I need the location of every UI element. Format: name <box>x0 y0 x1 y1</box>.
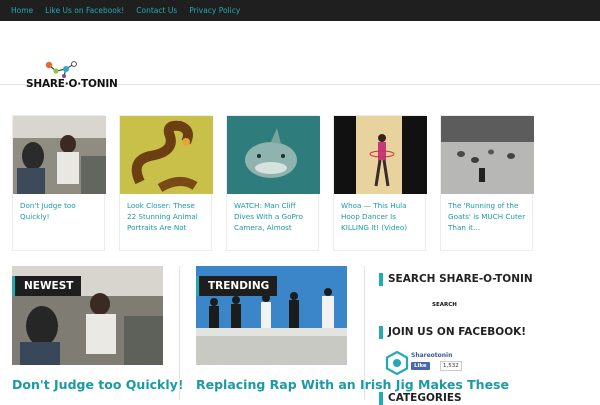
card[interactable]: WATCH: Man Cliff Dives With a GoPro Came… <box>226 115 320 251</box>
card[interactable]: The 'Running of the Goats' is MUCH Cuter… <box>440 115 534 251</box>
featured-title[interactable]: Replacing Rap With an Irish Jig Makes Th… <box>196 378 509 392</box>
facebook-page-name[interactable]: Shareotonin <box>411 352 452 359</box>
card-title[interactable]: Whoa — This Hula Hoop Dancer Is KILLING … <box>334 194 425 250</box>
column-divider <box>179 266 180 400</box>
card[interactable]: Look Closer: These 22 Stunning Animal Po… <box>119 115 213 251</box>
facebook-like-count: 1,532 <box>440 361 462 371</box>
shark-photo-icon[interactable] <box>227 116 320 194</box>
search-heading: SEARCH SHARE-O-TONIN <box>379 273 533 286</box>
featured-image[interactable]: TRENDING <box>196 266 347 365</box>
goats-photo-icon[interactable] <box>441 116 534 194</box>
facebook-heading: JOIN US ON FACEBOOK! <box>379 326 526 339</box>
featured-post-trending[interactable]: TRENDING Replacing Rap With an Irish Jig… <box>196 266 509 392</box>
nav-link-privacy[interactable]: Privacy Policy <box>189 6 240 15</box>
site-logo[interactable]: SHARE·O·TONIN <box>26 78 118 90</box>
featured-title[interactable]: Don't Judge too Quickly! <box>12 378 183 392</box>
featured-strip: Don't Judge too Quickly! Look Closer: Th… <box>12 115 534 251</box>
featured-post-newest[interactable]: NEWEST Don't Judge too Quickly! <box>12 266 183 392</box>
hula-dancer-photo-icon[interactable] <box>334 116 427 194</box>
categories-heading: CATEGORIES <box>379 392 462 405</box>
site-header: SHARE·O·TONIN <box>0 21 600 90</box>
featured-image[interactable]: NEWEST <box>12 266 163 365</box>
newest-badge: NEWEST <box>12 276 82 296</box>
card[interactable]: Don't Judge too Quickly! <box>12 115 106 251</box>
airplane-cabin-photo-icon[interactable] <box>13 116 106 194</box>
card-title[interactable]: Look Closer: These 22 Stunning Animal Po… <box>120 194 211 250</box>
facebook-widget[interactable]: Shareotonin Like 1,532 <box>382 349 502 375</box>
card[interactable]: Whoa — This Hula Hoop Dancer Is KILLING … <box>333 115 427 251</box>
nav-link-facebook[interactable]: Like Us on Facebook! <box>45 6 124 15</box>
facebook-page-logo-icon[interactable] <box>385 351 409 375</box>
facebook-like-button[interactable]: Like <box>411 362 430 370</box>
sidebar-divider <box>364 266 365 400</box>
card-title[interactable]: The 'Running of the Goats' is MUCH Cuter… <box>441 194 532 250</box>
snake-photo-icon[interactable] <box>120 116 213 194</box>
logo-molecule-icon[interactable] <box>44 61 84 79</box>
card-title[interactable]: Don't Judge too Quickly! <box>13 194 104 250</box>
search-button[interactable]: SEARCH <box>432 302 457 308</box>
trending-badge: TRENDING <box>196 276 278 296</box>
card-title[interactable]: WATCH: Man Cliff Dives With a GoPro Came… <box>227 194 318 250</box>
nav-link-contact[interactable]: Contact Us <box>136 6 177 15</box>
top-navigation: Home Like Us on Facebook! Contact Us Pri… <box>0 0 600 21</box>
nav-link-home[interactable]: Home <box>11 6 33 15</box>
